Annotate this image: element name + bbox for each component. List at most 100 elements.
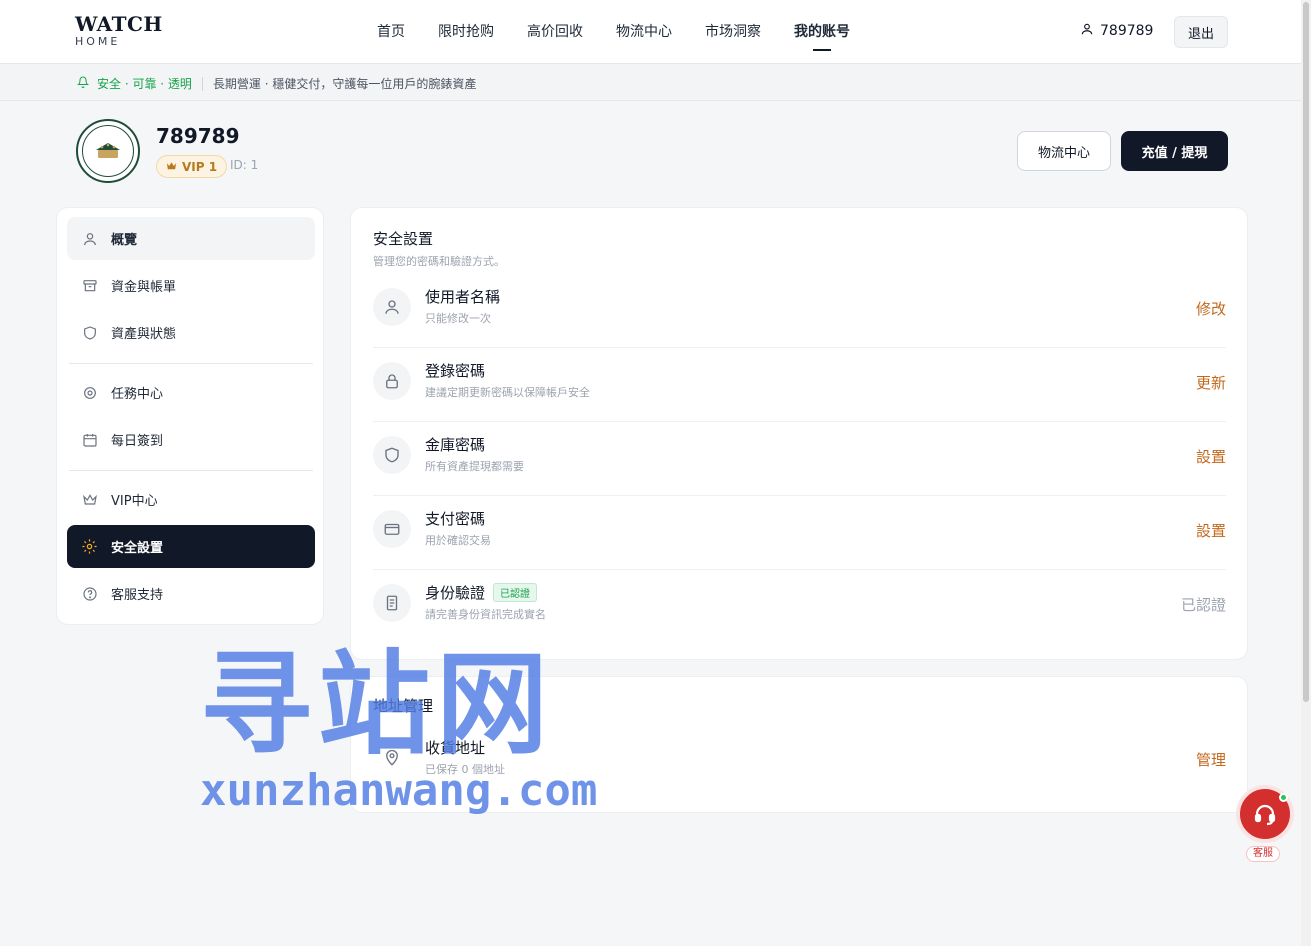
row-title: 身份驗證 已認證: [425, 582, 538, 603]
row-title: 金庫密碼: [425, 434, 485, 455]
row-desc: 請完善身份資訊完成實名: [425, 608, 546, 621]
sidebar-item-label: 任務中心: [111, 387, 164, 402]
security-title: 安全設置: [373, 230, 434, 248]
sidebar-item-funds-bills[interactable]: 資金與帳單: [67, 264, 315, 307]
sidebar-item-assets-status[interactable]: 資產與狀態: [67, 311, 315, 354]
archive-icon: [81, 277, 98, 294]
security-subtitle: 管理您的密碼和驗證方式。: [373, 255, 505, 268]
row-desc: 用於確認交易: [425, 534, 491, 547]
profile-name: 789789: [156, 124, 240, 148]
address-title: 地址管理: [373, 697, 434, 715]
calendar-icon: [81, 431, 98, 448]
nav-item-home[interactable]: 首页: [377, 0, 405, 64]
bell-icon: [76, 76, 90, 91]
scrollbar-thumb[interactable]: [1303, 2, 1309, 702]
sidebar-item-label: 資金與帳單: [111, 280, 177, 295]
sidebar-item-label: 客服支持: [111, 588, 164, 603]
logout-button[interactable]: 退出: [1174, 16, 1228, 48]
security-row-payment-password: 支付密碼 用於確認交易 設置: [373, 496, 1226, 570]
brand-logo[interactable]: WATCH HOME: [75, 13, 163, 49]
row-title: 收貨地址: [425, 737, 485, 758]
sidebar-item-label: 概覽: [111, 233, 138, 248]
brand-subtitle: HOME: [75, 35, 121, 48]
shield-icon: [81, 324, 98, 341]
vip-label: VIP 1: [182, 159, 218, 174]
ribbon-divider: [201, 76, 203, 91]
security-row-identity: 身份驗證 已認證 請完善身份資訊完成實名 已認證: [373, 570, 1226, 644]
row-title: 登錄密碼: [425, 360, 485, 381]
page-scrollbar[interactable]: [1301, 0, 1311, 946]
row-title-text: 身份驗證: [425, 584, 486, 602]
logistics-center-button[interactable]: 物流中心: [1017, 131, 1111, 171]
address-management-card: 地址管理 收貨地址 已保存 0 個地址 管理: [350, 676, 1248, 813]
sidebar-item-label: 資產與狀態: [111, 327, 177, 342]
sidebar-item-customer-support[interactable]: 客服支持: [67, 572, 315, 615]
update-login-password-link[interactable]: 更新: [1196, 372, 1226, 393]
lock-icon: [373, 362, 411, 400]
security-row-vault-password: 金庫密碼 所有資產提現都需要 設置: [373, 422, 1226, 496]
gear-icon: [81, 538, 98, 555]
address-row-shipping: 收貨地址 已保存 0 個地址 管理: [373, 725, 1226, 799]
crown-icon: [81, 491, 98, 508]
set-vault-password-link[interactable]: 設置: [1196, 446, 1226, 467]
floating-support-button[interactable]: 客服: [1229, 780, 1301, 862]
row-desc: 只能修改一次: [425, 312, 491, 325]
user-icon: [81, 230, 98, 247]
verified-badge: 已認證: [493, 583, 538, 602]
top-navbar: WATCH HOME 首页 限时抢购 高价回收 物流中心 市场洞察 我的账号 7…: [0, 0, 1311, 64]
sidebar-item-overview[interactable]: 概覽: [67, 217, 315, 260]
row-title-text: 金庫密碼: [425, 436, 486, 454]
brand-title: WATCH: [75, 12, 163, 36]
user-menu[interactable]: 789789: [1080, 22, 1153, 40]
main-nav: 首页 限时抢购 高价回收 物流中心 市场洞察 我的账号: [377, 0, 850, 64]
row-title-text: 收貨地址: [425, 739, 486, 757]
row-desc: 已保存 0 個地址: [425, 763, 505, 776]
nav-item-flash-sale[interactable]: 限时抢购: [438, 0, 494, 64]
avatar-inner: [82, 125, 134, 177]
ribbon-tag-text: 安全 · 可靠 · 透明: [97, 77, 192, 91]
card-icon: [373, 510, 411, 548]
identity-status: 已認證: [1180, 596, 1226, 614]
nav-item-my-account[interactable]: 我的账号: [794, 0, 850, 64]
row-title: 使用者名稱: [425, 286, 500, 307]
account-sidebar: 概覽 資金與帳單 資產與狀態 任務中心 每日簽到 VIP中心 安全設置 客服支持: [56, 207, 324, 625]
sidebar-divider: [69, 470, 313, 471]
crown-icon: [166, 160, 177, 174]
nav-item-recycle[interactable]: 高价回收: [527, 0, 583, 64]
sidebar-item-label: 安全設置: [111, 541, 164, 556]
nav-item-logistics[interactable]: 物流中心: [616, 0, 672, 64]
sidebar-item-vip-center[interactable]: VIP中心: [67, 478, 315, 521]
target-icon: [81, 384, 98, 401]
row-title-text: 支付密碼: [425, 510, 486, 528]
user-icon: [373, 288, 411, 326]
sidebar-item-label: 每日簽到: [111, 434, 164, 449]
row-desc: 建議定期更新密碼以保障帳戶安全: [425, 386, 590, 399]
sidebar-item-task-center[interactable]: 任務中心: [67, 371, 315, 414]
document-icon: [373, 584, 411, 622]
security-settings-card: 安全設置 管理您的密碼和驗證方式。 使用者名稱 只能修改一次 修改 登錄密碼 建…: [350, 207, 1248, 660]
set-payment-password-link[interactable]: 設置: [1196, 520, 1226, 541]
avatar[interactable]: [76, 119, 140, 183]
security-row-login-password: 登錄密碼 建議定期更新密碼以保障帳戶安全 更新: [373, 348, 1226, 422]
recharge-withdraw-button[interactable]: 充值 / 提現: [1121, 131, 1228, 171]
help-icon: [81, 585, 98, 602]
manage-address-link[interactable]: 管理: [1196, 749, 1226, 770]
support-label: 客服: [1246, 846, 1280, 862]
modify-username-link[interactable]: 修改: [1196, 298, 1226, 319]
header-username: 789789: [1100, 23, 1154, 39]
vip-badge: VIP 1: [156, 155, 228, 178]
sidebar-item-label: VIP中心: [111, 494, 158, 509]
shield-icon: [373, 436, 411, 474]
profile-id: ID: 1: [230, 158, 259, 172]
row-title: 支付密碼: [425, 508, 485, 529]
row-desc: 所有資產提現都需要: [425, 460, 524, 473]
sidebar-item-daily-checkin[interactable]: 每日簽到: [67, 418, 315, 461]
user-icon: [1080, 22, 1094, 40]
ribbon-tag: 安全 · 可靠 · 透明: [76, 75, 192, 92]
sidebar-item-security-settings[interactable]: 安全設置: [67, 525, 315, 568]
trust-ribbon: 安全 · 可靠 · 透明 長期營運 · 穩健交付，守護每一位用戶的腕錶資產: [0, 64, 1311, 101]
avatar-logo-icon: [96, 143, 120, 158]
row-title-text: 使用者名稱: [425, 288, 501, 306]
ribbon-text: 長期營運 · 穩健交付，守護每一位用戶的腕錶資產: [212, 77, 477, 91]
nav-item-market-insight[interactable]: 市场洞察: [705, 0, 761, 64]
